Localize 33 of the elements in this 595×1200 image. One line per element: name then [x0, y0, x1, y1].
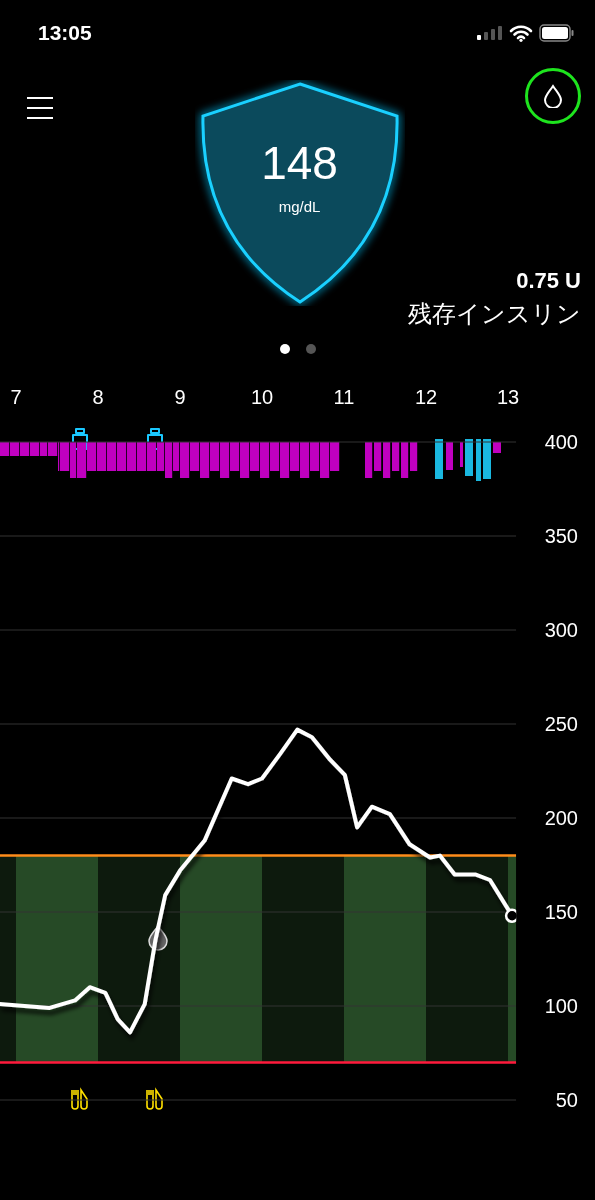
axis-label: 250 [544, 713, 578, 735]
page-dot[interactable] [305, 344, 316, 354]
menu-button[interactable] [26, 96, 54, 120]
hour-label: 7 [10, 386, 22, 408]
insulin-amount: 0.75 U [516, 268, 581, 294]
hour-label: 8 [92, 386, 104, 408]
meal-icon [146, 1089, 163, 1110]
calibration-drop-icon [148, 925, 168, 951]
axis-label: 400 [544, 431, 578, 453]
battery-icon [539, 24, 575, 42]
current-reading-marker [504, 908, 517, 923]
glucose-unit: mg/dL [278, 198, 321, 215]
axis-label: 350 [544, 525, 578, 547]
axis-label: 50 [555, 1089, 578, 1111]
axis-label: 200 [544, 807, 578, 829]
insulin-label: 残存インスリン [408, 299, 581, 329]
axis-label: 150 [544, 901, 578, 923]
hour-label: 11 [333, 386, 355, 408]
hour-label: 10 [250, 386, 274, 408]
signal-icon [477, 25, 503, 41]
meal-icon [71, 1089, 88, 1110]
glucose-value: 148 [261, 136, 338, 190]
sensor-button[interactable] [525, 68, 581, 124]
hour-label: 13 [496, 386, 520, 408]
drop-icon [543, 84, 563, 108]
status-time: 13:05 [38, 21, 92, 45]
wifi-icon [509, 24, 533, 42]
page-dot[interactable] [279, 344, 290, 354]
hour-label: 12 [414, 386, 438, 408]
axis-label: 100 [544, 995, 578, 1017]
axis-label: 300 [544, 619, 578, 641]
menu-icon [26, 96, 54, 120]
hour-label: 9 [174, 386, 186, 408]
